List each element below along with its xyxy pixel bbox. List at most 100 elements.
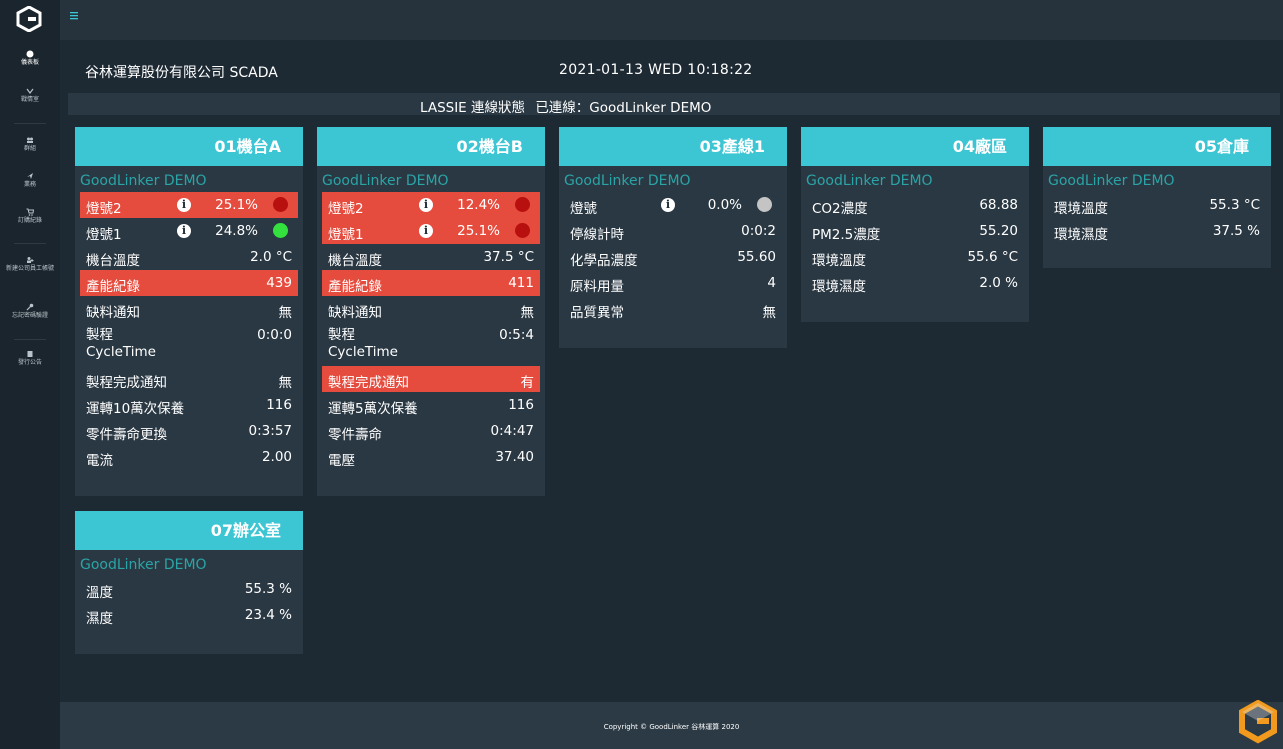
- row-value: 2.0 %: [979, 275, 1018, 291]
- row-value: 2.0 °C: [250, 249, 292, 265]
- data-row: 電壓 37.40: [322, 444, 540, 470]
- row-label: 製程 CycleTime: [328, 327, 398, 361]
- sidebar-item-label: 新建公司員工帳號: [5, 265, 54, 272]
- sidebar: 儀表板 戰情室 群組 業務 訂購紀錄 新建公司員工帳號 忘記密碼驗證 發行公告: [0, 0, 60, 749]
- info-icon[interactable]: i: [177, 198, 191, 212]
- sidebar-item-forgot-password[interactable]: 忘記密碼驗證: [0, 303, 60, 320]
- card-subtitle: GoodLinker DEMO: [80, 173, 207, 189]
- data-row: 環境濕度 2.0 %: [806, 270, 1024, 296]
- sidebar-divider: [14, 243, 46, 244]
- row-label: 運轉10萬次保養: [86, 401, 185, 417]
- row-value: 0:0:2: [741, 223, 776, 239]
- row-label: PM2.5濃度: [812, 227, 881, 243]
- row-value: 0:5:4: [499, 327, 534, 343]
- row-label-line1: 製程: [86, 327, 113, 343]
- row-value: 無: [520, 305, 535, 321]
- sidebar-item-new-employee[interactable]: 新建公司員工帳號: [0, 256, 60, 273]
- device-card-machine-a[interactable]: 01機台A GoodLinker DEMO 燈號2 i 25.1% 燈號1 i …: [75, 127, 303, 496]
- data-row: 化學品濃度 55.60: [564, 244, 782, 270]
- row-label: 停線計時: [570, 227, 624, 243]
- data-row: 機台溫度 37.5 °C: [322, 244, 540, 270]
- row-label: 燈號1: [328, 227, 364, 243]
- sidebar-item-group[interactable]: 群組: [0, 136, 60, 153]
- row-value: 24.8%: [215, 223, 258, 239]
- row-label: 電流: [86, 453, 113, 469]
- card-subtitle: GoodLinker DEMO: [1048, 173, 1175, 189]
- row-value: 116: [508, 397, 534, 413]
- card-subtitle: GoodLinker DEMO: [564, 173, 691, 189]
- add-user-icon: [27, 257, 34, 263]
- row-label: 燈號1: [86, 227, 122, 243]
- row-label: 製程完成通知: [328, 375, 409, 391]
- sidebar-item-label: 戰情室: [20, 96, 39, 103]
- data-row: 零件壽命 0:4:47: [322, 418, 540, 444]
- card-subtitle: GoodLinker DEMO: [322, 173, 449, 189]
- data-row: 環境溫度 55.3 °C: [1048, 192, 1266, 218]
- row-value: 116: [266, 397, 292, 413]
- data-row: PM2.5濃度 55.20: [806, 218, 1024, 244]
- row-label: 機台溫度: [328, 253, 382, 269]
- info-icon[interactable]: i: [419, 198, 433, 212]
- sidebar-item-warroom[interactable]: 戰情室: [0, 87, 60, 104]
- data-row: 製程完成通知 無: [80, 366, 298, 392]
- key-icon: [26, 303, 34, 311]
- row-value: 55.60: [737, 249, 776, 265]
- card-title: 03產線1: [559, 127, 787, 166]
- device-card-line-1[interactable]: 03產線1 GoodLinker DEMO 燈號 i 0.0% 停線計時 0:0…: [559, 127, 787, 348]
- data-row: 零件壽命更換 0:3:57: [80, 418, 298, 444]
- row-value: 2.00: [261, 449, 292, 465]
- sidebar-item-orders[interactable]: 訂購紀錄: [0, 208, 60, 225]
- row-label: 環境濕度: [812, 279, 866, 295]
- data-row-light2: 燈號2 i 12.4%: [322, 192, 540, 218]
- device-card-warehouse[interactable]: 05倉庫 GoodLinker DEMO 環境溫度 55.3 °C 環境濕度 3…: [1043, 127, 1271, 268]
- sidebar-item-announcement[interactable]: 發行公告: [0, 350, 60, 367]
- sidebar-divider: [14, 339, 46, 340]
- device-card-office[interactable]: 07辦公室 GoodLinker DEMO 溫度 55.3 % 濕度 23.4 …: [75, 511, 303, 654]
- cart-icon: [26, 208, 34, 216]
- row-value: 0.0%: [707, 197, 742, 213]
- row-value: 無: [762, 305, 777, 321]
- row-label-line2: CycleTime: [328, 344, 398, 360]
- row-value: 0:4:47: [490, 423, 534, 439]
- dashboard-icon: [26, 50, 34, 58]
- row-value: 55.6 °C: [967, 249, 1018, 265]
- info-icon[interactable]: i: [177, 224, 191, 238]
- menu-icon[interactable]: [70, 11, 80, 21]
- goodlinker-corner-logo: [1239, 700, 1277, 744]
- connection-status-label: LASSIE 連線狀態: [420, 100, 526, 116]
- row-value: 12.4%: [457, 197, 500, 213]
- row-value: 25.1%: [457, 223, 500, 239]
- device-card-plant-area[interactable]: 04廠區 GoodLinker DEMO CO2濃度 68.88 PM2.5濃度…: [801, 127, 1029, 322]
- row-label: 運轉5萬次保養: [328, 401, 418, 417]
- info-icon[interactable]: i: [661, 198, 675, 212]
- row-label: 原料用量: [570, 279, 624, 295]
- row-value: 23.4 %: [244, 607, 292, 623]
- sidebar-divider: [14, 123, 46, 124]
- info-icon[interactable]: i: [419, 224, 433, 238]
- row-label: 燈號2: [86, 201, 122, 217]
- document-icon: [27, 351, 33, 357]
- connection-status: LASSIE 連線狀態 已連線：GoodLinker DEMO: [420, 96, 717, 116]
- row-label: 化學品濃度: [570, 253, 638, 269]
- row-label: 零件壽命: [328, 427, 382, 443]
- data-row: 原料用量 4: [564, 270, 782, 296]
- device-card-machine-b[interactable]: 02機台B GoodLinker DEMO 燈號2 i 12.4% 燈號1 i …: [317, 127, 545, 496]
- data-row: 濕度 23.4 %: [80, 602, 298, 628]
- sidebar-item-label: 發行公告: [17, 359, 42, 366]
- data-row-light: 燈號 i 0.0%: [564, 192, 782, 218]
- data-row-light2: 燈號2 i 25.1%: [80, 192, 298, 218]
- row-value: 0:0:0: [257, 327, 292, 343]
- sidebar-item-dashboard[interactable]: 儀表板: [0, 50, 60, 67]
- row-label: 製程完成通知: [86, 375, 167, 391]
- row-value: 無: [278, 305, 293, 321]
- data-row: 溫度 55.3 %: [80, 576, 298, 602]
- goodlinker-logo[interactable]: [16, 6, 42, 32]
- sidebar-item-business[interactable]: 業務: [0, 172, 60, 189]
- row-label: CO2濃度: [812, 201, 868, 217]
- row-label: 產能紀錄: [328, 279, 382, 295]
- group-icon: [27, 137, 33, 143]
- row-label: 產能紀錄: [86, 279, 140, 295]
- data-row: 機台溫度 2.0 °C: [80, 244, 298, 270]
- card-subtitle: GoodLinker DEMO: [806, 173, 933, 189]
- status-indicator-green: [273, 223, 288, 238]
